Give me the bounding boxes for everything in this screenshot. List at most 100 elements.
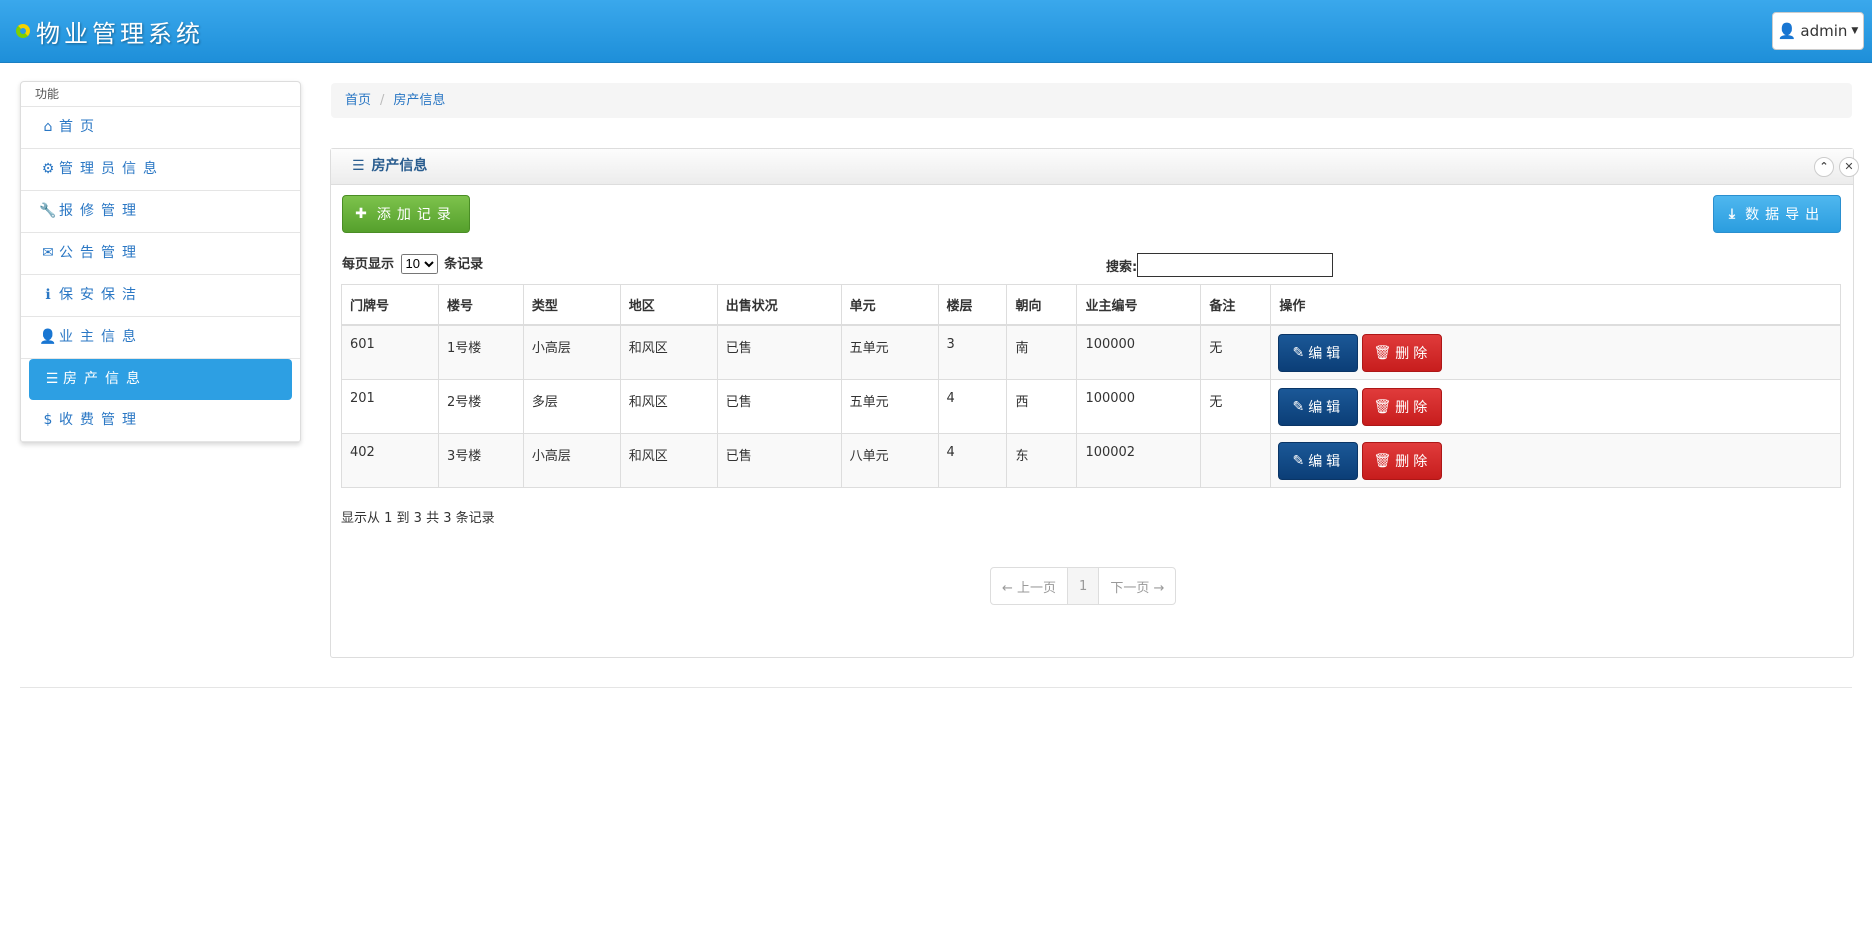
user-name: admin [1800, 22, 1848, 40]
search-label: 搜索: [1106, 259, 1138, 275]
list-icon: ☰ [45, 371, 59, 387]
sidebar-item-7[interactable]: $ 收费管理 [21, 400, 300, 442]
next-page-button[interactable]: 下一页 → [1099, 568, 1175, 604]
table-cell: 已售 [716, 378, 842, 434]
sidebar-item-3[interactable]: ✉ 公告管理 [21, 233, 300, 275]
table-cell: 西 [1006, 378, 1078, 434]
dollar-icon: $ [43, 412, 53, 428]
table-cell: 已售 [716, 324, 842, 380]
sidebar-item-2[interactable]: 🔧 报修管理 [21, 191, 300, 233]
sidebar-item-label: 管理员信息 [59, 161, 164, 177]
delete-label: 删除 [1395, 346, 1432, 362]
table-cell: 和风区 [619, 432, 718, 488]
sidebar-item-0[interactable]: ⌂ 首页 [21, 107, 300, 149]
envelope-icon: ✉ [42, 245, 54, 261]
sidebar-item-label: 保安保洁 [59, 287, 143, 303]
trash-icon: 🗑 [1373, 452, 1392, 469]
column-header[interactable]: 朝向 [1006, 284, 1078, 326]
breadcrumb-current[interactable]: 房产信息 [393, 93, 445, 108]
column-header[interactable]: 单元 [840, 284, 939, 326]
column-header[interactable]: 类型 [522, 284, 621, 326]
export-data-button[interactable]: ⤓ 数据导出 [1713, 195, 1841, 233]
breadcrumb: 首页 / 房产信息 [331, 83, 1852, 118]
sidebar-item-label: 报修管理 [59, 203, 143, 219]
wrench-icon: 🔧 [39, 203, 57, 219]
column-header[interactable]: 门牌号 [341, 284, 439, 326]
info-icon: ℹ [45, 287, 51, 303]
user-icon: 👤 [39, 329, 57, 345]
close-icon[interactable]: ✕ [1839, 157, 1859, 177]
edit-button[interactable]: ✎ 编辑 [1278, 441, 1359, 480]
sidebar-item-4[interactable]: ℹ 保安保洁 [21, 275, 300, 317]
caret-down-icon: ▼ [1851, 26, 1859, 36]
column-header[interactable]: 地区 [619, 284, 718, 326]
table-cell: 2号楼 [437, 378, 524, 434]
delete-button[interactable]: 🗑 删除 [1362, 334, 1443, 372]
table-cell: 1号楼 [437, 324, 524, 380]
user-menu-button[interactable]: 👤 admin ▼ [1772, 12, 1864, 50]
table-row: 402 3号楼 小高层 和风区 已售 八单元 4 东 100002 ✎ 编辑 🗑 删除 [341, 432, 1841, 488]
edit-label: 编辑 [1308, 453, 1345, 470]
table-cell: 和风区 [619, 324, 718, 380]
page-1-button[interactable]: 1 [1068, 568, 1100, 604]
table-header-row: 门牌号 楼号 类型 地区 出售状况 单元 楼层 朝向 业主编号 备注 操作 [341, 284, 1841, 326]
add-record-button[interactable]: ✚ 添加记录 [342, 195, 470, 233]
search-input[interactable] [1137, 253, 1334, 277]
user-icon: 👤 [1777, 22, 1797, 40]
page-length-suffix: 条记录 [444, 257, 484, 272]
pagination: ← 上一页 1 下一页 → [990, 567, 1177, 605]
table-cell: 402 [341, 432, 439, 488]
collapse-icon[interactable]: ⌃ [1814, 157, 1834, 177]
table-cell: 多层 [522, 378, 621, 434]
page-length-select[interactable]: 10 [400, 253, 438, 274]
panel-header: ☰ 房产信息 ⌃ ✕ [331, 149, 1859, 185]
table-cell: 五单元 [840, 324, 939, 380]
actions-cell: ✎ 编辑 🗑 删除 [1270, 324, 1841, 380]
table-cell: 3 [937, 324, 1008, 380]
column-header[interactable]: 楼层 [937, 284, 1008, 326]
sidebar-item-label: 收费管理 [59, 412, 143, 428]
edit-button[interactable]: ✎ 编辑 [1278, 334, 1359, 372]
sidebar-item-1[interactable]: ⚙ 管理员信息 [21, 149, 300, 191]
table-cell: 和风区 [619, 378, 718, 434]
actions-cell: ✎ 编辑 🗑 删除 [1270, 432, 1841, 488]
delete-button[interactable]: 🗑 删除 [1362, 441, 1443, 480]
table-cell: 4 [937, 378, 1008, 434]
delete-label: 删除 [1395, 399, 1432, 416]
breadcrumb-home[interactable]: 首页 [345, 93, 371, 108]
actions-cell: ✎ 编辑 🗑 删除 [1270, 378, 1841, 434]
search-control: 搜索: [1106, 253, 1334, 277]
sidebar-item-label: 首页 [59, 119, 101, 135]
column-header[interactable]: 操作 [1270, 284, 1841, 326]
column-header[interactable]: 楼号 [437, 284, 524, 326]
prev-page-button[interactable]: ← 上一页 [991, 568, 1069, 604]
brand[interactable]: 物业管理系统 [16, 14, 204, 48]
table-info: 显示从 1 到 3 共 3 条记录 [341, 511, 495, 526]
sidebar-item-5[interactable]: 👤 业主信息 [21, 317, 300, 359]
breadcrumb-separator: / [380, 93, 385, 108]
table-cell: 东 [1006, 432, 1078, 488]
edit-label: 编辑 [1308, 399, 1345, 416]
sidebar: 功能 ⌂ 首页 ⚙ 管理员信息 🔧 报修管理 ✉ 公告管理 ℹ 保安保洁 👤 业主信息 ☰ 房产信息 $ 收费… [20, 81, 301, 443]
table-cell: 100000 [1076, 324, 1202, 380]
delete-button[interactable]: 🗑 删除 [1362, 387, 1443, 426]
table-row: 601 1号楼 小高层 和风区 已售 五单元 3 南 100000 无 ✎ 编辑 🗑 删除 [341, 324, 1841, 380]
trash-icon: 🗑 [1373, 398, 1392, 415]
logo-icon [16, 24, 30, 38]
edit-icon: ✎ [1292, 452, 1305, 469]
edit-button[interactable]: ✎ 编辑 [1278, 387, 1359, 426]
column-header[interactable]: 备注 [1200, 284, 1272, 326]
table-cell: 3号楼 [437, 432, 524, 488]
add-record-label: 添加记录 [376, 207, 457, 223]
edit-label: 编辑 [1308, 346, 1345, 362]
delete-label: 删除 [1395, 453, 1432, 470]
column-header[interactable]: 业主编号 [1076, 284, 1202, 326]
table-cell: 小高层 [522, 324, 621, 380]
sidebar-item-6[interactable]: ☰ 房产信息 [29, 359, 292, 400]
column-header[interactable]: 出售状况 [716, 284, 842, 326]
sidebar-item-label: 公告管理 [59, 245, 143, 261]
table-cell: 八单元 [840, 432, 939, 488]
table-cell: 100000 [1076, 378, 1202, 434]
top-navbar: 物业管理系统 👤 admin ▼ [0, 0, 1872, 63]
plus-icon: ✚ [355, 206, 367, 222]
